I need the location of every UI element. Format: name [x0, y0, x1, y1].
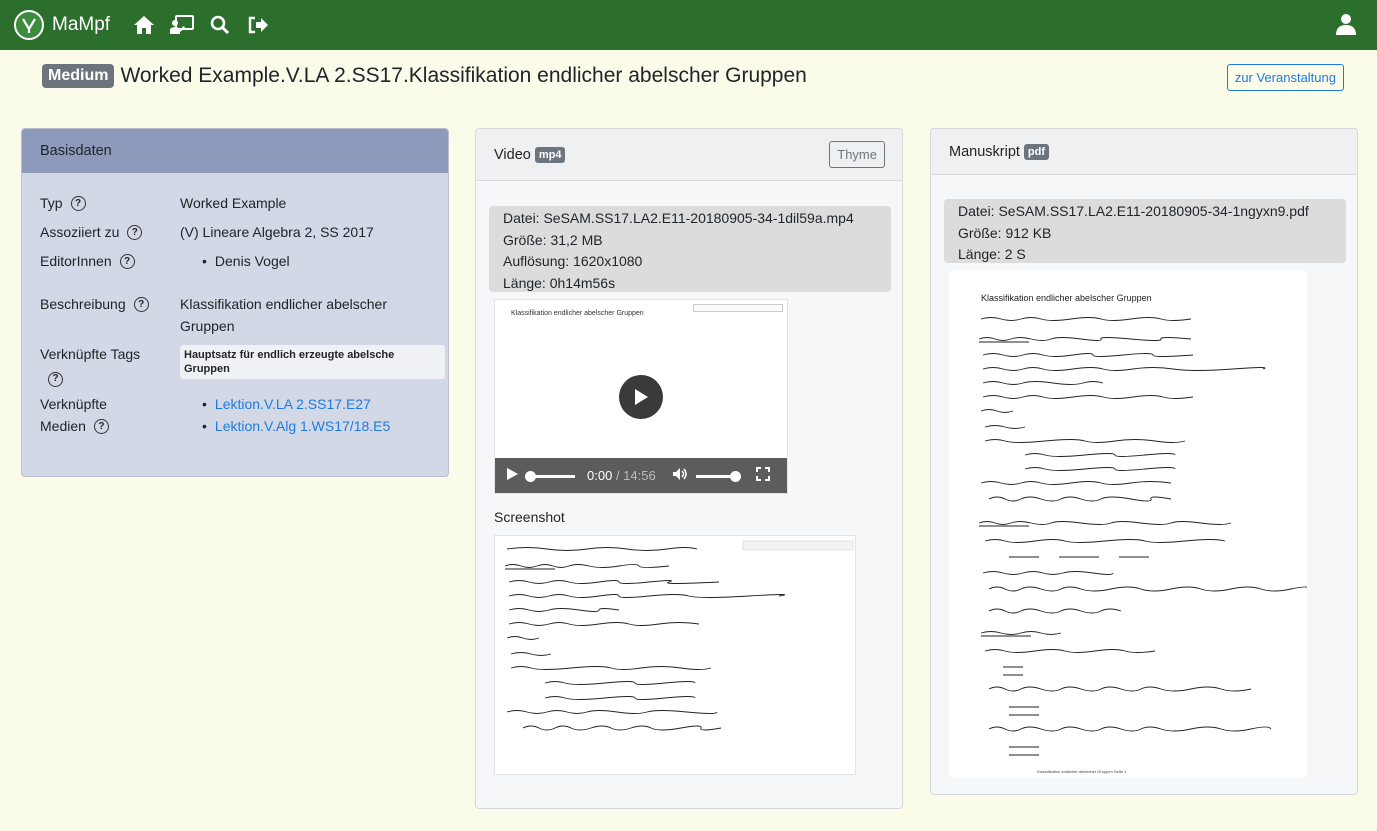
assoziiert-label: Assoziiert zu: [40, 224, 120, 240]
progress-slider[interactable]: [525, 470, 575, 482]
basisdaten-header: Basisdaten: [22, 129, 448, 174]
video-file: Datei: SeSAM.SS17.LA2.E11-20180905-34-1d…: [503, 210, 854, 226]
video-frame-title: Klassifikation endlicher abelscher Grupp…: [511, 310, 644, 317]
help-icon[interactable]: ?: [48, 371, 63, 387]
time-total: / 14:56: [615, 468, 656, 483]
video-player[interactable]: Klassifikation endlicher abelscher Grupp…: [494, 299, 788, 494]
logout-icon[interactable]: [246, 13, 270, 37]
tag-pill[interactable]: Hauptsatz für endlich erzeugte abelsche …: [180, 345, 445, 379]
editor-label: EditorInnen: [40, 253, 112, 269]
video-card: Video mp4 Thyme Datei: SeSAM.SS17.LA2.E1…: [475, 128, 903, 809]
help-icon[interactable]: ?: [93, 419, 109, 434]
beschreibung-row: Beschreibung? Klassifikation endlicher a…: [40, 293, 400, 337]
tags-row: Verknüpfte Tags? Hauptsatz für endlich e…: [40, 343, 445, 387]
beschreibung-value: Klassifikation endlicher abelscher Grupp…: [180, 296, 387, 334]
tags-label: Verknüpfte Tags: [40, 346, 141, 362]
video-resolution: Auflösung: 1620x1080: [503, 253, 643, 269]
video-info-box: Datei: SeSAM.SS17.LA2.E11-20180905-34-1d…: [489, 206, 891, 292]
medium-link[interactable]: Lektion.V.LA 2.SS17.E27: [215, 396, 371, 412]
assoziiert-row: Assoziiert zu? (V) Lineare Algebra 2, SS…: [40, 221, 445, 243]
home-icon[interactable]: [132, 13, 156, 37]
search-icon[interactable]: [208, 13, 232, 37]
manuskript-file: Datei: SeSAM.SS17.LA2.E11-20180905-34-1n…: [958, 203, 1309, 219]
manuskript-header: Manuskript pdf: [931, 129, 1357, 175]
user-icon[interactable]: [1335, 13, 1359, 37]
help-icon[interactable]: ?: [119, 254, 135, 269]
medien-label-1: Verknüpfte: [40, 396, 107, 412]
pdf-preview[interactable]: Klassifikation endlicher abelscher Grupp…: [949, 271, 1307, 777]
time-current: 0:00: [587, 468, 613, 483]
typ-value: Worked Example: [180, 195, 287, 211]
screenshot-label: Screenshot: [494, 509, 565, 525]
mp4-badge: mp4: [534, 146, 566, 163]
pdf-badge: pdf: [1023, 143, 1050, 160]
fullscreen-icon[interactable]: [755, 467, 770, 484]
video-header-label: Video: [494, 146, 531, 163]
manuskript-size: Größe: 912 KB: [958, 224, 1052, 241]
manuskript-header-label: Manuskript: [949, 143, 1020, 160]
manuskript-card: Manuskript pdf Datei: SeSAM.SS17.LA2.E11…: [930, 128, 1358, 795]
navbar: MaMpf: [0, 0, 1377, 50]
lecture-icon[interactable]: [170, 13, 195, 37]
video-controls: 0:00 / 14:56: [495, 458, 787, 493]
medien-row: Verknüpfte Medien? Lektion.V.LA 2.SS17.E…: [40, 393, 445, 437]
editor-item: Denis Vogel: [202, 250, 445, 272]
page-title: Worked Example.V.LA 2.SS17.Klassifikatio…: [120, 64, 807, 87]
typ-label: Typ: [40, 195, 63, 211]
help-icon[interactable]: ?: [133, 297, 149, 312]
basisdaten-card: Basisdaten Typ? Worked Example Assoziier…: [21, 128, 449, 477]
play-icon[interactable]: [619, 375, 663, 419]
title-row: Medium Worked Example.V.LA 2.SS17.Klassi…: [42, 64, 807, 88]
thyme-button[interactable]: Thyme: [829, 141, 885, 168]
beschreibung-label: Beschreibung: [40, 296, 126, 312]
play-control-icon[interactable]: [505, 467, 519, 484]
help-icon[interactable]: ?: [70, 196, 86, 211]
video-size: Größe: 31,2 MB: [503, 231, 603, 248]
manuskript-info-box: Datei: SeSAM.SS17.LA2.E11-20180905-34-1n…: [944, 199, 1346, 263]
screenshot-image: [494, 535, 856, 775]
medium-link[interactable]: Lektion.V.Alg 1.WS17/18.E5: [215, 418, 390, 434]
brand-name: MaMpf: [52, 14, 111, 35]
volume-slider[interactable]: [695, 470, 741, 482]
typ-row: Typ? Worked Example: [40, 192, 445, 214]
help-icon[interactable]: ?: [127, 225, 143, 240]
video-length: Länge: 0h14m56s: [503, 274, 616, 291]
assoziiert-value: (V) Lineare Algebra 2, SS 2017: [180, 224, 374, 240]
zur-veranstaltung-button[interactable]: zur Veranstaltung: [1226, 64, 1344, 91]
pdf-page-footer: Klassifikation endlicher abelscher Grupp…: [1037, 769, 1127, 774]
video-frame-tab: [693, 304, 783, 312]
brand[interactable]: MaMpf: [14, 10, 110, 40]
volume-icon[interactable]: [672, 467, 688, 484]
mampf-logo-icon: [14, 10, 44, 40]
manuskript-length: Länge: 2 S: [958, 246, 1026, 262]
editor-row: EditorInnen? Denis Vogel: [40, 250, 445, 272]
medium-badge: Medium: [42, 64, 115, 88]
medien-label-2: Medien: [40, 418, 86, 434]
